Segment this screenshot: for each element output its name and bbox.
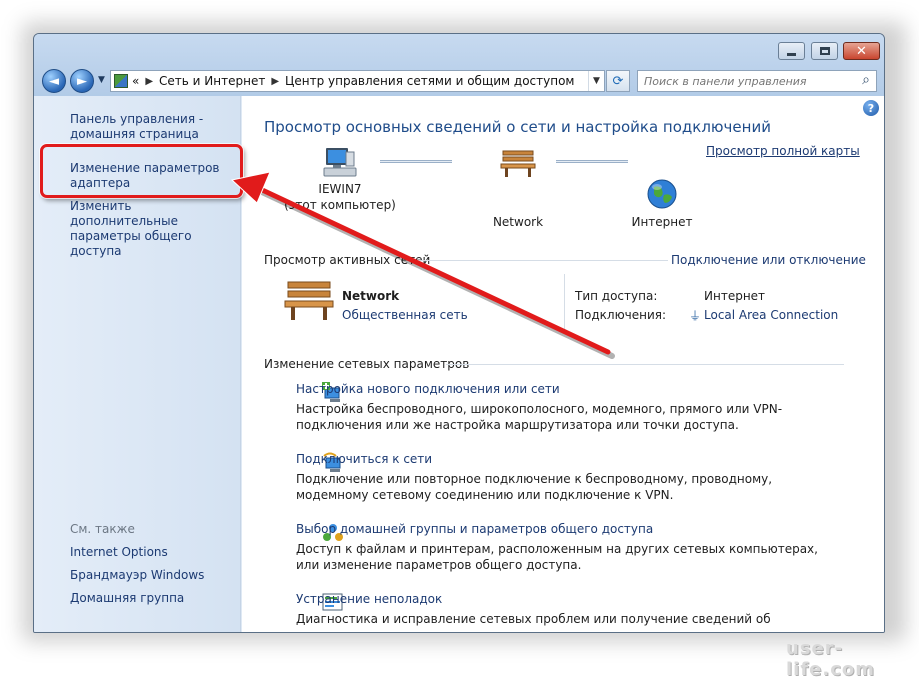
annotation-arrow bbox=[230, 171, 615, 359]
watermark-text: user-life.com bbox=[786, 638, 876, 680]
